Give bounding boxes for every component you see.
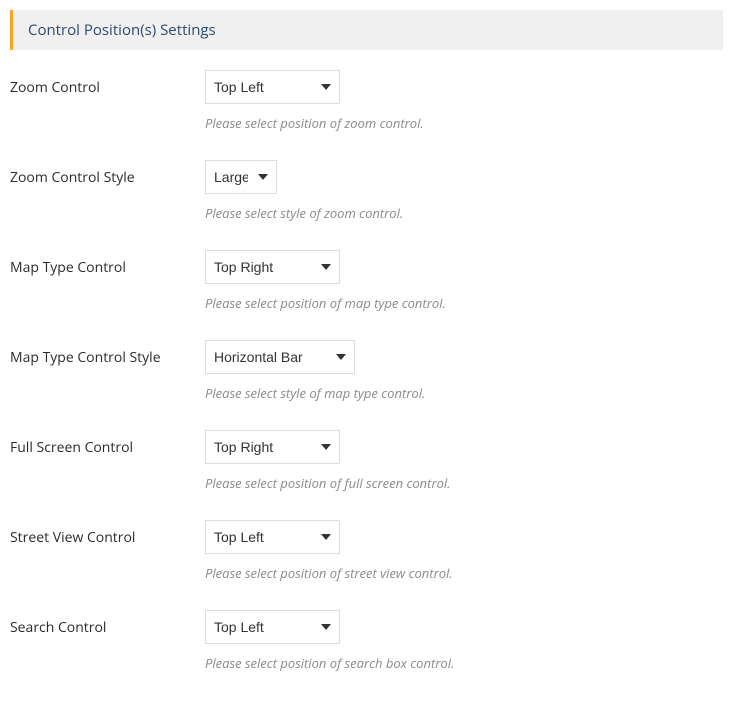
setting-description: Please select position of zoom control.	[205, 114, 723, 132]
setting-description: Please select position of search box con…	[205, 654, 723, 672]
zoom-control-style-select[interactable]: Large	[205, 160, 277, 194]
setting-description: Please select position of full screen co…	[205, 474, 723, 492]
street-view-control-select[interactable]: Top Left	[205, 520, 340, 554]
setting-description: Please select position of street view co…	[205, 564, 723, 582]
setting-row-search-control: Search Control Top Left Please select po…	[10, 610, 723, 672]
settings-body: Zoom Control Top Left Please select posi…	[0, 50, 733, 710]
map-type-control-style-select[interactable]: Horizontal Bar	[205, 340, 355, 374]
setting-row-street-view-control: Street View Control Top Left Please sele…	[10, 520, 723, 582]
setting-label: Search Control	[10, 610, 205, 637]
panel-header: Control Position(s) Settings	[10, 10, 723, 50]
setting-label: Map Type Control Style	[10, 340, 205, 367]
setting-label: Street View Control	[10, 520, 205, 547]
setting-description: Please select style of zoom control.	[205, 204, 723, 222]
setting-description: Please select style of map type control.	[205, 384, 723, 402]
setting-label: Zoom Control Style	[10, 160, 205, 187]
setting-label: Map Type Control	[10, 250, 205, 277]
setting-row-full-screen-control: Full Screen Control Top Right Please sel…	[10, 430, 723, 492]
setting-row-map-type-control-style: Map Type Control Style Horizontal Bar Pl…	[10, 340, 723, 402]
search-control-select[interactable]: Top Left	[205, 610, 340, 644]
setting-row-zoom-control: Zoom Control Top Left Please select posi…	[10, 70, 723, 132]
setting-description: Please select position of map type contr…	[205, 294, 723, 312]
setting-row-map-type-control: Map Type Control Top Right Please select…	[10, 250, 723, 312]
setting-label: Zoom Control	[10, 70, 205, 97]
zoom-control-select[interactable]: Top Left	[205, 70, 340, 104]
panel-title: Control Position(s) Settings	[28, 20, 708, 40]
full-screen-control-select[interactable]: Top Right	[205, 430, 340, 464]
setting-label: Full Screen Control	[10, 430, 205, 457]
setting-row-zoom-control-style: Zoom Control Style Large Please select s…	[10, 160, 723, 222]
map-type-control-select[interactable]: Top Right	[205, 250, 340, 284]
